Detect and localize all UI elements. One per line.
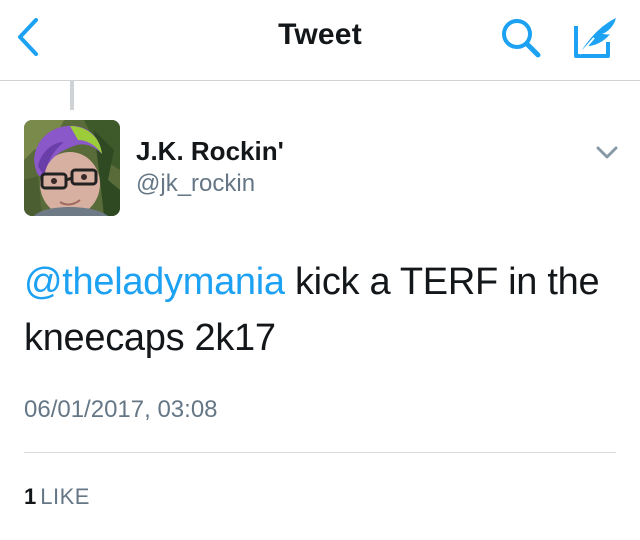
author-username[interactable]: @jk_rockin: [136, 170, 255, 198]
mention-link[interactable]: @theladymania: [24, 261, 285, 303]
tweet-timestamp: 06/01/2017, 03:08: [24, 396, 218, 423]
author-display-name[interactable]: J.K. Rockin': [136, 136, 284, 167]
avatar[interactable]: [24, 120, 120, 216]
chevron-down-icon: [596, 146, 618, 159]
conversation-thread-line: [70, 80, 74, 110]
likes-label: LIKE: [40, 484, 90, 509]
chevron-left-icon: [18, 18, 38, 56]
likes-count: 1: [24, 484, 37, 509]
search-icon: [502, 19, 541, 58]
compose-quill-icon: [574, 18, 616, 58]
back-button[interactable]: [10, 14, 50, 60]
divider: [24, 452, 616, 453]
search-button[interactable]: [496, 14, 548, 62]
navigation-bar: Tweet: [0, 0, 640, 81]
tweet-options-button[interactable]: [590, 140, 624, 166]
likes-stat[interactable]: 1 LIKE: [24, 484, 90, 510]
tweet-text: @theladymania kick a TERF in the kneecap…: [24, 254, 616, 366]
compose-button[interactable]: [568, 12, 624, 64]
